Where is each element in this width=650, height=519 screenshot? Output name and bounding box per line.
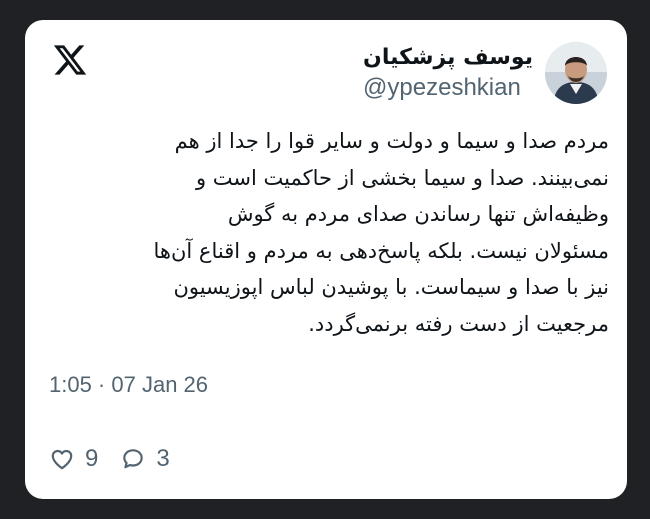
tweet-text-line: مرجعیت از دست رفته برنمی‌گردد. xyxy=(308,311,609,336)
reply-button[interactable]: 3 xyxy=(120,445,170,473)
tweet-text-line: نیز با صدا و سیماست. با پوشیدن لباس اپوز… xyxy=(173,275,609,299)
tweet-author[interactable]: یوسف پزشکیان @ypezeshkian xyxy=(363,42,607,104)
screenshot-background: یوسف پزشکیان @ypezeshkian مردم صدا و سیم… xyxy=(0,0,650,519)
tweet-text-line: نمی‌بینند. صدا و سیما بخشی از حاکمیت است… xyxy=(195,165,609,190)
author-display-name[interactable]: یوسف پزشکیان xyxy=(363,43,533,73)
speech-bubble-icon xyxy=(123,449,144,469)
tweet-actions: 9 3 xyxy=(49,445,192,473)
tweet-card[interactable]: یوسف پزشکیان @ypezeshkian مردم صدا و سیم… xyxy=(25,20,627,499)
like-button[interactable]: 9 xyxy=(49,445,98,473)
author-handle[interactable]: @ypezeshkian xyxy=(363,73,533,103)
heart-icon xyxy=(51,449,73,470)
tweet-text: مردم صدا و سیما و دولت و سایر قوا را جدا… xyxy=(43,123,609,342)
x-logo-icon[interactable] xyxy=(52,42,88,78)
reply-count: 3 xyxy=(156,445,170,472)
avatar[interactable] xyxy=(545,42,607,104)
tweet-text-line: مردم صدا و سیما و دولت و سایر قوا را جدا… xyxy=(174,129,609,153)
tweet-text-line: وظیفه‌اش تنها رساندن صدای مردم به گوش xyxy=(227,202,609,226)
avatar-portrait xyxy=(545,42,607,104)
author-names: یوسف پزشکیان @ypezeshkian xyxy=(363,43,533,103)
tweet-timestamp[interactable]: 1:05 · 07 Jan 26 xyxy=(49,372,208,398)
tweet-text-line: مسئولان نیست. بلکه پاسخ‌دهی به مردم و اق… xyxy=(153,238,609,263)
like-count: 9 xyxy=(85,445,99,472)
